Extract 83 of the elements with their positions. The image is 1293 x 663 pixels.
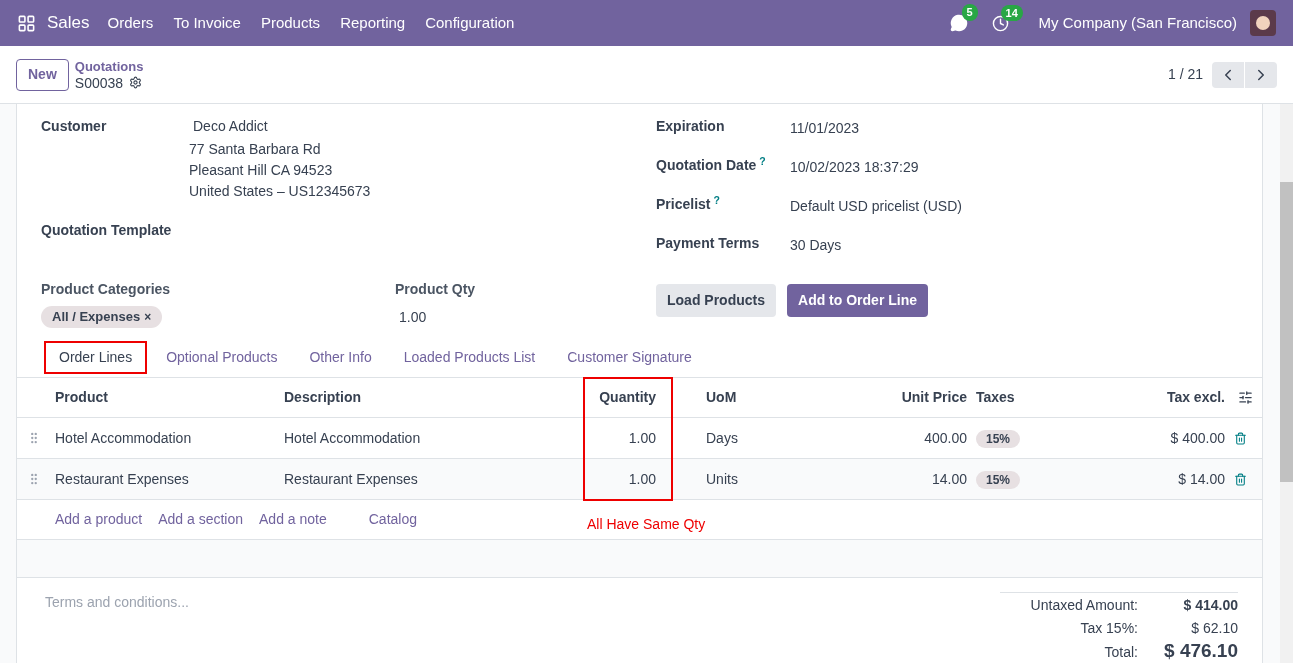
remove-tag-button[interactable]: × [144, 307, 152, 326]
pager-value: 1 / 21 [1167, 65, 1203, 84]
total-value: $ 476.10 [1163, 641, 1238, 661]
field-value[interactable]: 11/01/2023 [790, 116, 860, 155]
total-label: Total: [1104, 643, 1138, 662]
scrollbar[interactable] [1280, 104, 1293, 663]
column-header: Description [284, 388, 362, 407]
count-badge: 14 [1000, 4, 1023, 21]
column-settings-icon[interactable] [1238, 390, 1253, 405]
menu-item[interactable]: Products [260, 11, 321, 35]
field-value[interactable]: 30 Days [790, 233, 842, 272]
total-value: $ 414.00 [1182, 596, 1238, 615]
add-line-link[interactable]: Catalog [368, 509, 417, 530]
column-header: Tax excl. [1165, 388, 1225, 407]
field-label: Product Categories [41, 280, 172, 299]
company-name[interactable]: My Company (San Francisco) [1038, 11, 1237, 35]
add-line-link[interactable]: Add a product [55, 509, 143, 530]
table-cell-text: Hotel Accommodation [284, 428, 422, 448]
field-label: Quotation Date $^{?}$ [656, 155, 767, 175]
field-label: Pricelist $^{?}$ [656, 194, 721, 214]
total-value: $ 62.10 [1190, 619, 1238, 638]
new-button[interactable]: New [16, 58, 69, 91]
address-line: Pleasant Hill CA 94523 [189, 161, 334, 180]
field-label: Customer [41, 117, 108, 136]
annotation-note: All Have Same Qty [587, 515, 706, 534]
menu-item[interactable]: To Invoice [173, 11, 241, 35]
menu-item[interactable]: Reporting [340, 11, 406, 35]
tab[interactable]: Loaded Products List [390, 341, 549, 374]
add-to-order-line-button[interactable]: Add to Order Line [787, 284, 928, 317]
avatar[interactable] [1250, 10, 1276, 36]
settings-icon[interactable] [129, 76, 143, 89]
field-label: Expiration [656, 117, 726, 136]
help-mark[interactable]: ? [713, 193, 720, 206]
table-cell-text: Restaurant Expenses [55, 469, 190, 489]
delete-icon[interactable] [1234, 472, 1247, 486]
quantity-field[interactable]: 1.00 [395, 307, 476, 328]
field-label: Quotation Template [41, 221, 173, 240]
address-line: United States – US12345673 [189, 182, 371, 201]
tab[interactable]: Optional Products [153, 341, 291, 374]
delete-icon[interactable] [1234, 431, 1247, 445]
add-line-link[interactable]: Add a section [158, 509, 243, 530]
count-badge: 5 [961, 4, 978, 21]
column-header: Product [55, 388, 109, 407]
menu-item[interactable]: Orders [107, 11, 154, 35]
tab[interactable]: Customer Signature [554, 341, 705, 374]
table-cell-text: Units [705, 469, 739, 489]
chat-icon[interactable] [949, 14, 968, 32]
field-value[interactable]: Default USD pricelist (USD) [790, 194, 962, 233]
field-label: Payment Terms [656, 234, 761, 253]
table-cell-text: 14.00 [930, 469, 967, 489]
help-mark[interactable]: ? [759, 154, 766, 167]
field-value[interactable]: 10/02/2023 18:37:29 [790, 155, 919, 194]
total-label: Untaxed Amount: [1030, 596, 1138, 615]
column-header: Quantity [598, 388, 657, 407]
column-header: Unit Price [900, 388, 967, 407]
table-cell-text: Hotel Accommodation [55, 428, 193, 448]
menu-item[interactable]: Configuration [425, 11, 515, 35]
column-header: Taxes [975, 388, 1016, 407]
total-label: Tax 15%: [1080, 619, 1138, 638]
column-header: UoM [705, 388, 738, 407]
next-button[interactable] [1245, 61, 1277, 88]
apps-menu-icon[interactable] [17, 13, 36, 33]
add-line-link[interactable]: Add a note [259, 509, 327, 530]
tax-tag: 15% [976, 429, 1021, 448]
field-label: Product Qty [395, 280, 476, 299]
table-cell-text: 1.00 [627, 469, 657, 489]
tab[interactable]: Other Info [296, 341, 385, 374]
table-cell-text: $ 400.00 [1169, 428, 1225, 448]
table-cell-text: Restaurant Expenses [284, 469, 419, 489]
table-cell-text: Days [705, 428, 739, 448]
app-name[interactable]: Sales [47, 10, 90, 36]
load-products-button[interactable]: Load Products [656, 284, 776, 317]
table-cell-text: $ 14.00 [1177, 469, 1225, 489]
table-cell-text: 1.00 [627, 428, 657, 448]
tax-tag: 15% [976, 470, 1021, 489]
table-cell-text: 400.00 [923, 428, 967, 448]
customer-name[interactable]: Deco Addict [189, 116, 371, 137]
address-line: 77 Santa Barbara Rd [189, 140, 322, 159]
category-tag[interactable]: All / Expenses × [41, 306, 163, 328]
breadcrumb-link[interactable]: Quotations [74, 58, 144, 75]
tab[interactable]: Order Lines [44, 341, 148, 374]
record-name: S00038 [74, 74, 124, 91]
previous-button[interactable] [1212, 61, 1244, 88]
